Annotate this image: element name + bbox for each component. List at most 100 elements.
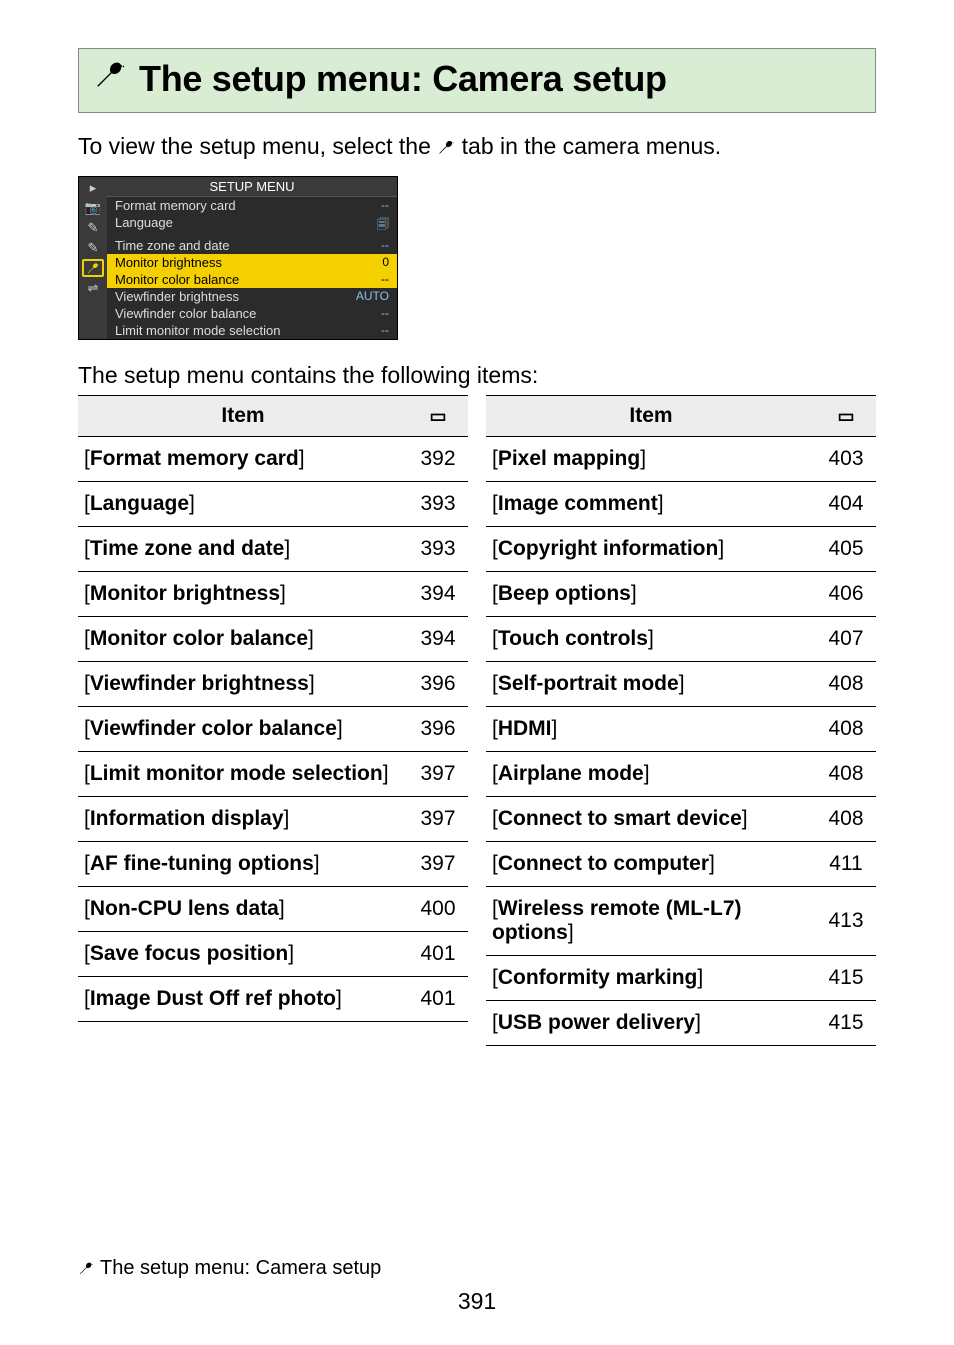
item-name-cell: [Format memory card] <box>78 437 408 482</box>
menu-row-label: Time zone and date <box>115 238 229 253</box>
item-name-cell: [Information display] <box>78 797 408 842</box>
item-page-cell: 396 <box>408 662 468 707</box>
table-row: [AF fine-tuning options]397 <box>78 842 468 887</box>
item-page-cell: 411 <box>816 842 876 887</box>
item-name: [USB power delivery] <box>492 1011 701 1034</box>
page-footer: The setup menu: Camera setup 391 <box>78 1257 876 1315</box>
table-row: [Limit monitor mode selection]397 <box>78 752 468 797</box>
item-page-cell: 393 <box>408 482 468 527</box>
item-page-cell: 394 <box>408 572 468 617</box>
menu-row-value: -- <box>381 198 389 213</box>
item-name: [Self-portrait mode] <box>492 672 685 695</box>
menu-row: Time zone and date-- <box>107 237 397 254</box>
left-table: Item ▭ [Format memory card]392[Language]… <box>78 395 468 1022</box>
wrench-icon <box>93 57 127 98</box>
item-name-cell: [Language] <box>78 482 408 527</box>
item-name-cell: [AF fine-tuning options] <box>78 842 408 887</box>
item-name-cell: [Image Dust Off ref photo] <box>78 977 408 1022</box>
menu-body: SETUP MENU Format memory card--Language🗐… <box>107 177 397 339</box>
table-row: [Connect to smart device]408 <box>486 797 876 842</box>
col-header-item: Item <box>78 396 408 437</box>
menu-row: Format memory card -- <box>107 197 397 214</box>
item-name-cell: [Image comment] <box>486 482 816 527</box>
item-name-cell: [Monitor brightness] <box>78 572 408 617</box>
setup-menu-screenshot: ▸ 📷 ✎ ✎ ⇌ SETUP MENU Format memory card-… <box>78 176 398 340</box>
custom-tab-icon: ✎ <box>82 239 104 257</box>
menu-row: Viewfinder color balance-- <box>107 305 397 322</box>
right-column: Item ▭ [Pixel mapping] 403 [Image comment]… <box>486 395 876 1046</box>
menu-title: SETUP MENU <box>107 177 397 197</box>
footer-text: The setup menu: Camera setup <box>100 1257 381 1280</box>
menu-row: Language🗐 <box>107 214 397 237</box>
item-name: [Save focus position] <box>84 942 294 965</box>
item-page-cell: 397 <box>408 842 468 887</box>
item-page-cell: 401 <box>408 932 468 977</box>
item-page-cell: 403 <box>816 437 876 482</box>
item-page-cell: 408 <box>816 752 876 797</box>
right-table: Item ▭ [Pixel mapping] 403 [Image comment]… <box>486 395 876 1046</box>
menu-row-label: Language <box>115 215 173 236</box>
item-page-cell: 415 <box>816 956 876 1001</box>
item-name-cell: [HDMI] <box>486 707 816 752</box>
table-row: [Copyright information]405 <box>486 527 876 572</box>
table-row: [Touch controls]407 <box>486 617 876 662</box>
item-page-cell: 393 <box>408 527 468 572</box>
item-name: [Pixel mapping] <box>492 447 646 470</box>
item-name-cell: [Connect to smart device] <box>486 797 816 842</box>
item-name-cell: [Beep options] <box>486 572 816 617</box>
col-header-item: Item <box>486 396 816 437</box>
items-tables: Item ▭ [Format memory card]392[Language]… <box>78 395 876 1046</box>
wrench-icon <box>78 1258 94 1279</box>
item-name: [Image comment] <box>492 492 664 515</box>
item-page-cell: 413 <box>816 887 876 956</box>
item-name: [Viewfinder brightness] <box>84 672 315 695</box>
table-row: [Beep options]406 <box>486 572 876 617</box>
table-row: [Airplane mode]408 <box>486 752 876 797</box>
item-name-cell: [Airplane mode] <box>486 752 816 797</box>
item-name-cell: [Viewfinder color balance] <box>78 707 408 752</box>
menu-row-label: Format memory card <box>115 198 236 213</box>
item-name-cell: [Touch controls] <box>486 617 816 662</box>
col-header-page: ▭ <box>816 396 876 437</box>
item-name: [Viewfinder color balance] <box>84 717 343 740</box>
table-row: [Image Dust Off ref photo] 401 <box>78 977 468 1022</box>
item-page-cell: 401 <box>408 977 468 1022</box>
item-name: [Monitor color balance] <box>84 627 314 650</box>
item-name-cell: [Limit monitor mode selection] <box>78 752 408 797</box>
page-number: 391 <box>78 1288 876 1315</box>
item-name-cell: [Connect to computer] <box>486 842 816 887</box>
item-name-cell: [Viewfinder brightness] <box>78 662 408 707</box>
item-name: [Beep options] <box>492 582 637 605</box>
item-name: [Connect to computer] <box>492 852 715 875</box>
item-page-cell: 415 <box>816 1001 876 1046</box>
item-name-cell: [USB power delivery] <box>486 1001 816 1046</box>
item-name-cell: [Save focus position] <box>78 932 408 977</box>
left-column: Item ▭ [Format memory card]392[Language]… <box>78 395 468 1046</box>
item-page-cell: 405 <box>816 527 876 572</box>
table-row: [Conformity marking]415 <box>486 956 876 1001</box>
retouch-tab-icon: ⇌ <box>82 279 104 297</box>
menu-row: Monitor brightness0 <box>107 254 397 271</box>
table-row: [Viewfinder color balance]396 <box>78 707 468 752</box>
table-row: [Self-portrait mode]408 <box>486 662 876 707</box>
table-row: [Non-CPU lens data]400 <box>78 887 468 932</box>
item-name: [Wireless remote (ML-L7) options] <box>492 897 742 944</box>
item-name: [Image Dust Off ref photo] <box>84 987 342 1010</box>
item-name-cell: [Copyright information] <box>486 527 816 572</box>
subintro: The setup menu contains the following it… <box>78 362 876 389</box>
wrench-icon <box>437 133 461 159</box>
menu-row-label: Viewfinder brightness <box>115 289 239 304</box>
table-row: [Pixel mapping] 403 <box>486 437 876 482</box>
item-page-cell: 394 <box>408 617 468 662</box>
menu-row-value: -- <box>381 323 389 338</box>
menu-row-label: Monitor brightness <box>115 255 222 270</box>
intro-text: To view the setup menu, select the tab i… <box>78 131 876 162</box>
table-row: [Monitor color balance] 394 <box>78 617 468 662</box>
menu-row-label: Limit monitor mode selection <box>115 323 280 338</box>
menu-row: Monitor color balance-- <box>107 271 397 288</box>
page-title: The setup menu: Camera setup <box>139 58 667 100</box>
camera-tab-icon: 📷 <box>82 199 104 217</box>
menu-row-value: -- <box>381 306 389 321</box>
item-name: [Time zone and date] <box>84 537 290 560</box>
item-page-cell: 400 <box>408 887 468 932</box>
